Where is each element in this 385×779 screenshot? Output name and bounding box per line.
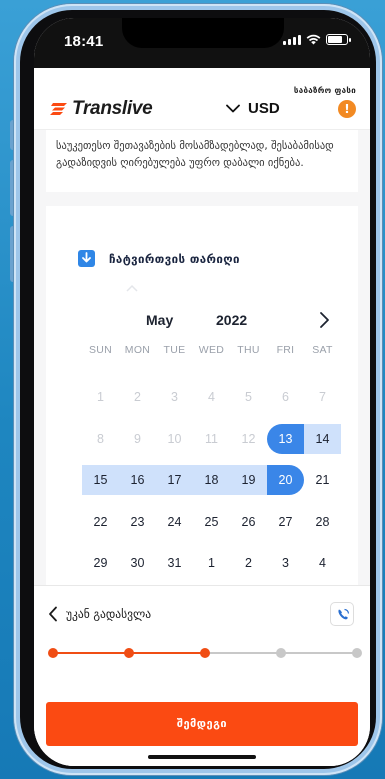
weekday-label: MON (124, 344, 151, 356)
battery-icon (326, 34, 351, 45)
calendar-week: 22 23 24 25 26 27 28 (82, 507, 341, 537)
weekday-label: THU (237, 344, 260, 356)
calendar-day[interactable]: 14 (304, 423, 341, 454)
year-label: 2022 (216, 312, 248, 328)
signal-icon (283, 34, 301, 45)
calendar-day[interactable]: 13 (267, 423, 304, 454)
calendar-header: ჩატვირთვის თარიღი (78, 250, 240, 267)
step-dot (276, 648, 286, 658)
back-button[interactable]: უკან გადასვლა (48, 606, 151, 622)
weekday-label: SUN (88, 344, 113, 356)
calendar-week: 8 9 10 11 12 13 14 (82, 423, 341, 454)
calendar-day[interactable]: 3 (267, 548, 304, 578)
calendar-day[interactable]: 28 (304, 507, 341, 537)
calendar-week: 15 16 17 18 19 20 21 (82, 465, 341, 495)
step-connector (281, 652, 357, 654)
calendar-day[interactable]: 2 (230, 548, 267, 578)
weekday-header: SUN MON TUE WED THU FRI SAT (82, 344, 341, 356)
step-dot (48, 648, 58, 658)
market-price-button[interactable]: საბაზრო ფასი ! (294, 86, 356, 118)
chevron-down-icon (226, 104, 240, 113)
status-icons (283, 34, 351, 45)
logo-mark-icon (50, 103, 67, 115)
weekday-label: SAT (312, 344, 333, 356)
call-button[interactable] (330, 602, 354, 626)
alert-badge: ! (338, 100, 356, 118)
calendar-day: 3 (171, 390, 178, 404)
calendar-day[interactable]: 27 (267, 507, 304, 537)
calendar-day[interactable]: 30 (119, 548, 156, 578)
calendar-day[interactable]: 23 (119, 507, 156, 537)
bottom-bar: უკან გადასვლა შემდეგი (34, 585, 370, 766)
next-month-button[interactable] (314, 310, 334, 330)
phone-screen: 18:41 Translive USD საბაზრო ფასი ! საუკე… (34, 18, 370, 766)
app-header: Translive USD საბაზრო ფასი ! (34, 68, 370, 130)
calendar-grid: 1 2 3 4 5 6 7 8 9 10 11 12 13 14 15 16 17 18 19 20 21 22 23 24 2… (82, 382, 341, 585)
wifi-icon (306, 34, 321, 45)
step-dot (200, 648, 210, 658)
calendar-day[interactable]: 24 (156, 507, 193, 537)
calendar-day: 2 (134, 390, 141, 404)
calendar-day[interactable]: 19 (230, 465, 267, 495)
weekday-label: WED (198, 344, 225, 356)
next-button[interactable]: შემდეგი (46, 702, 358, 746)
calendar-day: 12 (241, 431, 256, 446)
logo[interactable]: Translive (50, 98, 153, 120)
chevron-right-icon (320, 312, 329, 328)
main-content[interactable]: საუკეთესო შეთავაზების მოსამზადებლად, შეს… (34, 130, 370, 585)
calendar-day[interactable]: 1 (193, 548, 230, 578)
step-connector (129, 652, 205, 654)
calendar-day[interactable]: 16 (119, 465, 156, 495)
progress-steps (48, 646, 362, 660)
calendar-day: 10 (167, 431, 182, 446)
step-connector (53, 652, 129, 654)
calendar-day[interactable]: 15 (82, 465, 119, 495)
month-label: May (146, 312, 174, 328)
calendar-week: 1 2 3 4 5 6 7 (82, 382, 341, 412)
calendar-day[interactable]: 22 (82, 507, 119, 537)
back-label: უკან გადასვლა (66, 607, 152, 621)
notch (122, 18, 284, 48)
calendar-day[interactable]: 29 (82, 548, 119, 578)
step-dot (124, 648, 134, 658)
weekday-label: FRI (276, 344, 295, 356)
chevron-left-icon (49, 606, 57, 622)
home-indicator (148, 755, 256, 759)
calendar-day: 8 (97, 431, 104, 446)
calendar-day[interactable]: 25 (193, 507, 230, 537)
download-icon (78, 250, 95, 267)
status-time: 18:41 (64, 33, 104, 50)
logo-text: Translive (72, 98, 153, 119)
calendar-day: 7 (319, 390, 326, 404)
phone-call-icon (338, 608, 350, 620)
month-navigation: May 2022 (46, 310, 358, 332)
calendar-card: ჩატვირთვის თარიღი May 2022 SUN MON TUE WED T… (46, 206, 358, 585)
currency-label: USD (248, 100, 280, 117)
calendar-day: 1 (97, 390, 104, 404)
calendar-day: 5 (245, 390, 252, 404)
weekday-label: TUE (163, 344, 186, 356)
calendar-day: 6 (282, 390, 289, 404)
calendar-title: ჩატვირთვის თარიღი (109, 251, 240, 266)
calendar-day[interactable]: 18 (193, 465, 230, 495)
calendar-day[interactable]: 4 (304, 548, 341, 578)
calendar-day: 11 (205, 431, 218, 446)
calendar-day[interactable]: 20 (267, 465, 304, 495)
calendar-day: 4 (208, 390, 215, 404)
step-connector (205, 652, 281, 654)
step-dot (352, 648, 362, 658)
calendar-week: 29 30 31 1 2 3 4 (82, 548, 341, 578)
calendar-day[interactable]: 31 (156, 548, 193, 578)
info-card: საუკეთესო შეთავაზების მოსამზადებლად, შეს… (46, 130, 358, 192)
calendar-day[interactable]: 21 (304, 465, 341, 495)
status-bar: 18:41 (34, 18, 370, 68)
calendar-day: 9 (134, 431, 141, 446)
calendar-day[interactable]: 26 (230, 507, 267, 537)
currency-selector[interactable]: USD (226, 100, 280, 117)
calendar-day[interactable]: 17 (156, 465, 193, 495)
chevron-up-icon (126, 284, 138, 292)
market-price-label: საბაზრო ფასი (293, 86, 356, 95)
info-text: საუკეთესო შეთავაზების მოსამზადებლად, შეს… (56, 140, 334, 169)
